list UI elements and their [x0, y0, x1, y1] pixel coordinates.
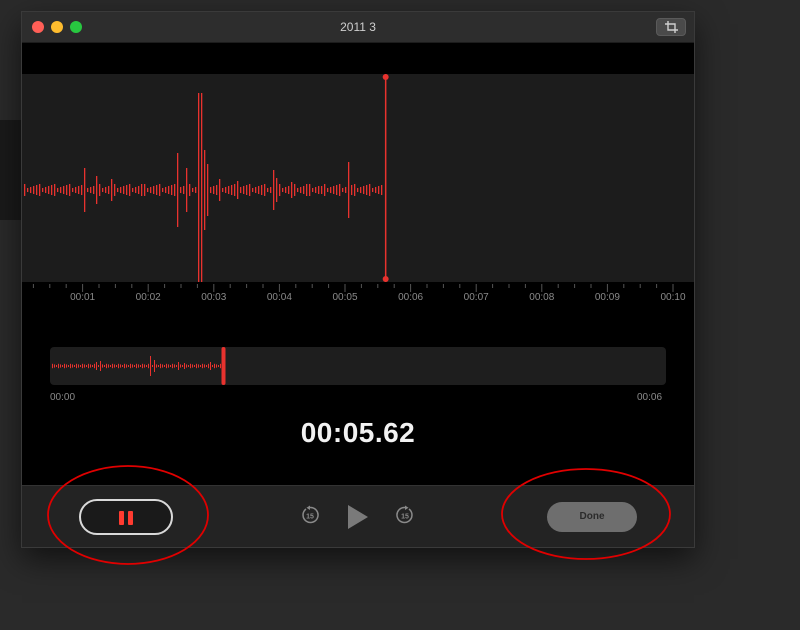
- annotation-circle-pause: [47, 465, 209, 565]
- annotation-circle-done: [501, 468, 671, 560]
- annotation-overlay: [47, 465, 671, 565]
